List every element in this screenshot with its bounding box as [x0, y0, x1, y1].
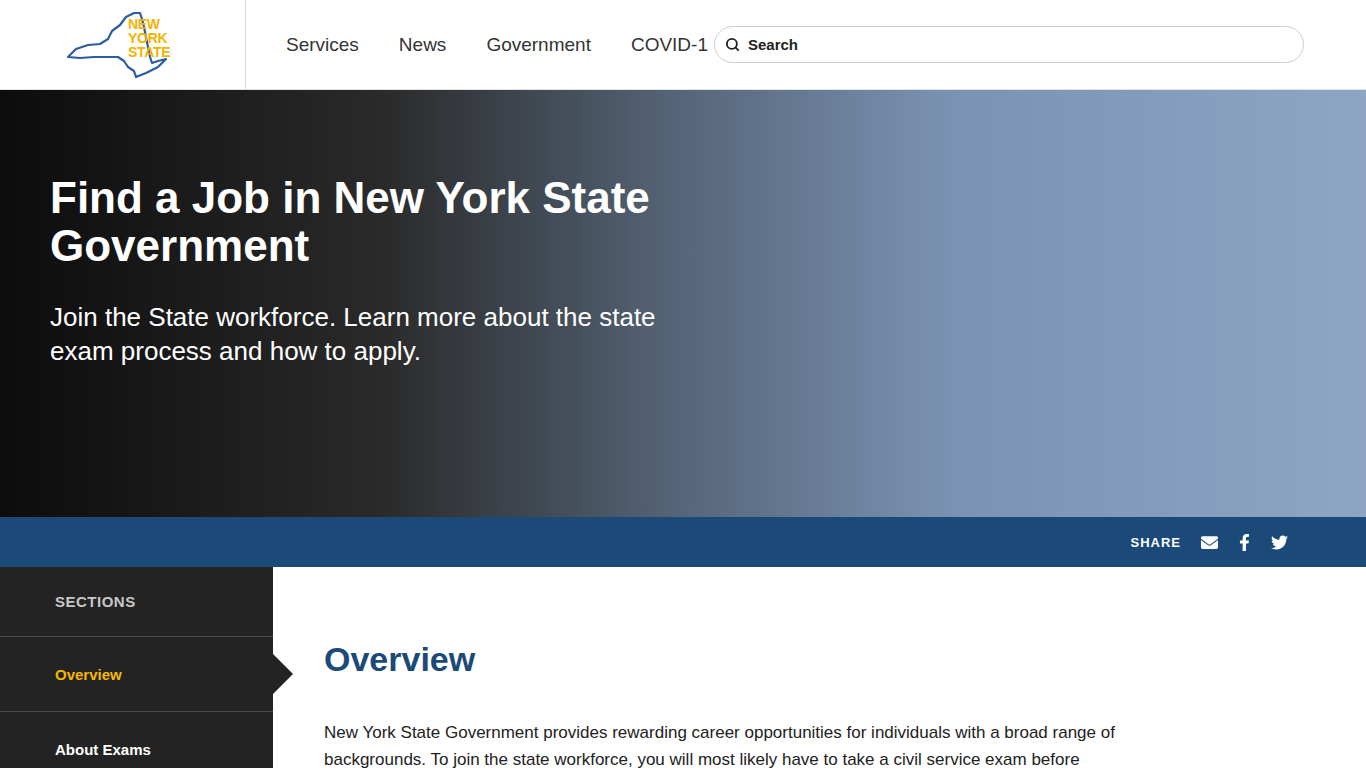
sidebar-item[interactable]: About Exams — [0, 712, 273, 768]
nav-item[interactable]: Services — [286, 34, 359, 56]
logo-word: NEW — [128, 17, 170, 31]
logo-text: NEWYORKSTATE — [128, 17, 170, 59]
share-bar: SHARE — [0, 517, 1366, 567]
content-heading: Overview — [324, 639, 1186, 679]
logo-word: YORK — [128, 31, 170, 45]
sidebar-item[interactable]: Overview — [0, 637, 273, 712]
nav-item[interactable]: News — [399, 34, 447, 56]
search-icon — [725, 37, 740, 52]
lower-section: SECTIONSOverviewAbout ExamsOverviewNew Y… — [0, 567, 1366, 768]
facebook-icon[interactable] — [1236, 534, 1253, 551]
sidebar-heading: SECTIONS — [0, 567, 273, 637]
hero: Find a Job in New York State Government J… — [0, 90, 1366, 517]
logo[interactable]: NEWYORKSTATE — [66, 11, 180, 79]
sidebar: SECTIONSOverviewAbout Exams — [0, 567, 273, 768]
search-input[interactable] — [746, 35, 1289, 54]
hero-title: Find a Job in New York State Government — [50, 174, 740, 270]
page: NEWYORKSTATE Services News Government COVID-… — [0, 0, 1366, 768]
logo-word: STATE — [128, 45, 170, 59]
content-paragraph: New York State Government provides rewar… — [324, 719, 1144, 768]
content: Overview New York State Government provid… — [273, 567, 1366, 768]
main-nav: Services News Government COVID-1 — [246, 34, 708, 56]
nav-item[interactable]: COVID-1 — [631, 34, 708, 56]
search-field[interactable] — [714, 26, 1304, 63]
logo-cell: NEWYORKSTATE — [0, 0, 246, 89]
nav-item[interactable]: Government — [486, 34, 591, 56]
email-icon[interactable] — [1201, 534, 1218, 551]
selected-pointer — [273, 654, 293, 694]
twitter-icon[interactable] — [1271, 534, 1288, 551]
share-label: SHARE — [1130, 535, 1181, 550]
hero-subtitle: Join the State workforce. Learn more abo… — [50, 300, 710, 368]
site-header: NEWYORKSTATE Services News Government COVID-… — [0, 0, 1366, 90]
